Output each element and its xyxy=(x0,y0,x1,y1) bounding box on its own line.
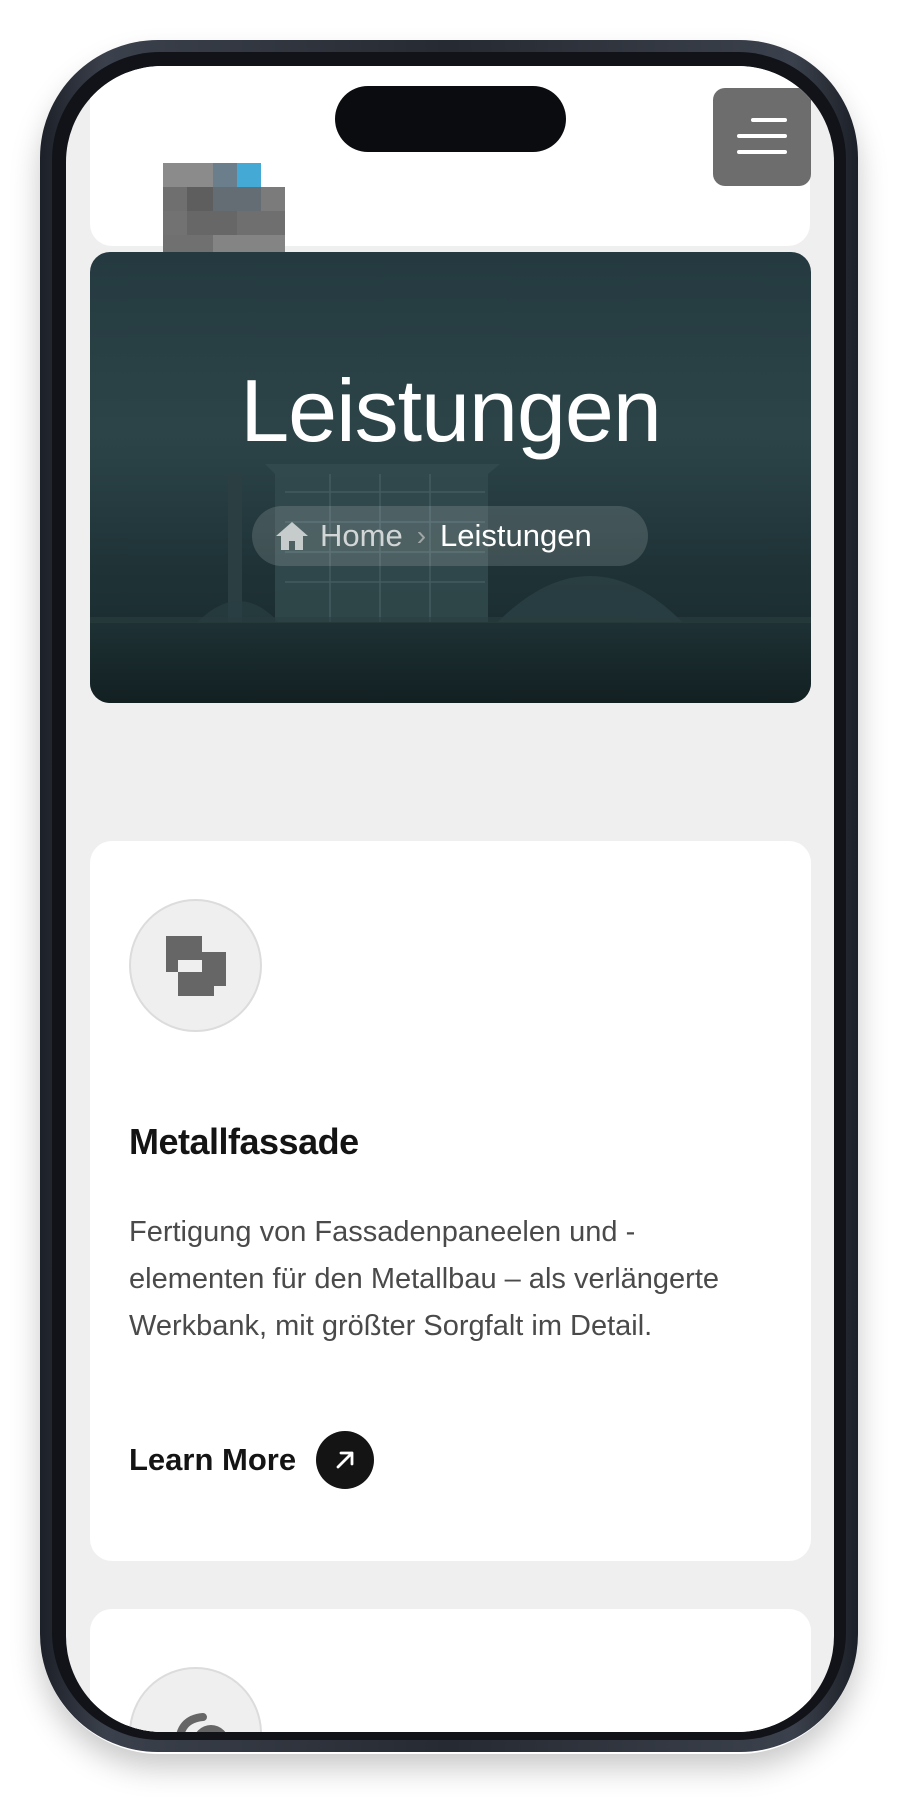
service-title: Metallfassade xyxy=(129,1121,359,1162)
chevron-right-icon: › xyxy=(416,520,427,551)
learn-more-link[interactable]: Learn More xyxy=(129,1430,375,1490)
learn-more-label: Learn More xyxy=(129,1442,297,1477)
service-description: Fertigung von Fassadenpaneelen und -elem… xyxy=(129,1216,720,1342)
page-hero: Leistungen Home › Leistungen xyxy=(90,252,811,703)
hero-background-image xyxy=(90,464,811,703)
page-title: Leistungen xyxy=(240,361,662,460)
service-icon-container xyxy=(129,1667,262,1732)
phone-screen: Leistungen Home › Leistungen Metallfassa… xyxy=(66,66,834,1732)
breadcrumb-current: Leistungen xyxy=(440,518,592,553)
service-icon-partial xyxy=(176,1713,226,1732)
breadcrumb-home-link[interactable]: Home xyxy=(320,518,403,554)
menu-button[interactable] xyxy=(713,88,811,186)
service-icon-container xyxy=(129,899,262,1032)
facade-panels-icon xyxy=(166,936,226,996)
arrow-up-right-icon[interactable] xyxy=(316,1431,375,1489)
dynamic-island xyxy=(335,86,566,152)
service-card xyxy=(90,1609,811,1732)
home-icon xyxy=(276,522,308,550)
breadcrumb: Home › Leistungen xyxy=(252,506,648,566)
hamburger-menu-icon xyxy=(751,118,787,122)
service-card: Metallfassade Fertigung von Fassadenpane… xyxy=(90,841,811,1561)
